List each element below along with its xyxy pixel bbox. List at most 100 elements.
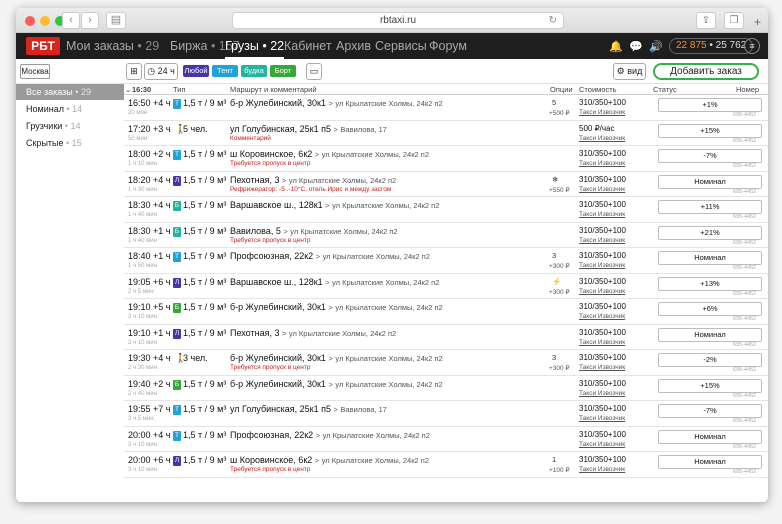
grid-filter-icon[interactable]: ⊞ bbox=[126, 63, 142, 80]
city-select[interactable]: Москва bbox=[20, 64, 50, 79]
menu-icon[interactable]: ≡ bbox=[744, 38, 760, 54]
status-button[interactable]: Номинал bbox=[658, 455, 762, 469]
table-row[interactable]: 19:55 +7 ч 3 ч 5 мин Т 1,5 т / 9 м³ ул Голуб… bbox=[124, 401, 768, 427]
row-route[interactable]: ул Голубинская, 25к1 п5 > Вавилова, 17 bbox=[230, 124, 387, 134]
status-button[interactable]: +15% bbox=[658, 123, 762, 138]
status-button[interactable]: +15% bbox=[658, 378, 762, 393]
close-window-icon[interactable] bbox=[25, 16, 35, 26]
tag-tent[interactable]: Тент bbox=[212, 65, 238, 77]
sort-chevron-icon[interactable]: ⌄ bbox=[125, 85, 131, 94]
minimize-window-icon[interactable] bbox=[40, 16, 50, 26]
row-route[interactable]: б-р Жулебинский, 30к1 > ул Крылатские Хо… bbox=[230, 98, 443, 108]
table-row[interactable]: 18:20 +4 ч1 ч 30 мин Л 1,5 т / 9 м³ Пехотна… bbox=[124, 172, 768, 197]
status-button[interactable]: +13% bbox=[658, 276, 762, 291]
row-route[interactable]: Пехотная, 3 > ул Крылатские Холмы, 24к2 … bbox=[230, 175, 396, 185]
row-route[interactable]: Пехотная, 3 > ул Крылатские Холмы, 24к2 … bbox=[230, 328, 396, 338]
row-route[interactable]: ул Голубинская, 25к1 п5 > Вавилова, 17 bbox=[230, 404, 387, 414]
service-link[interactable]: Такси Извозчик bbox=[579, 466, 625, 473]
sidebar-item-nominal[interactable]: Номинал • 14 bbox=[16, 101, 124, 117]
status-button[interactable]: +6% bbox=[658, 302, 762, 316]
tag-booth[interactable]: будка bbox=[241, 65, 267, 77]
nav-forum[interactable]: Форум bbox=[429, 39, 467, 53]
table-row[interactable]: 18:40 +1 ч 1 ч 50 мин Т 1,5 т / 9 м³ Профсою… bbox=[124, 248, 768, 274]
row-route[interactable]: Профсоюзная, 22к2 > ул Крылатские Холмы,… bbox=[230, 430, 430, 440]
table-row[interactable]: 19:10 +1 ч2 ч 10 мин Л 1,5 т / 9 м³ Пехотна… bbox=[124, 325, 768, 350]
table-row[interactable]: 19:05 +6 ч2 ч 5 мин Л 1,5 т / 9 м³ Варшавск… bbox=[124, 274, 768, 299]
row-route[interactable]: б-р Жулебинский, 30к1 > ул Крылатские Хо… bbox=[230, 379, 443, 389]
service-link[interactable]: Такси Извозчик bbox=[579, 109, 625, 116]
chat-icon[interactable]: 💬 bbox=[629, 40, 643, 53]
nav-my-orders[interactable]: Мои заказы • 29 bbox=[66, 39, 159, 53]
table-row[interactable]: 17:20 +3 ч 50 мин 🚶 5 чел. ул Голубинская, 2… bbox=[124, 121, 768, 146]
service-link[interactable]: Такси Извозчик bbox=[579, 135, 625, 142]
status-button[interactable]: +1% bbox=[658, 98, 762, 112]
service-link[interactable]: Такси Извозчик bbox=[579, 364, 625, 371]
new-tab-icon[interactable]: + bbox=[754, 15, 761, 29]
forward-icon[interactable]: › bbox=[81, 12, 99, 29]
row-route[interactable]: б-р Жулебинский, 30к1 > ул Крылатские Хо… bbox=[230, 302, 443, 312]
service-link[interactable]: Такси Извозчик bbox=[579, 390, 625, 397]
row-route[interactable]: Варшавское ш., 128к1 > ул Крылатские Хол… bbox=[230, 200, 439, 210]
sound-icon[interactable]: 🔊 bbox=[649, 40, 663, 53]
nav-cabinet[interactable]: Кабинет bbox=[284, 39, 332, 53]
timer-button[interactable]: ◷ 24 ч bbox=[144, 63, 178, 80]
service-link[interactable]: Такси Извозчик bbox=[579, 211, 625, 218]
status-button[interactable]: +21% bbox=[658, 225, 762, 240]
tag-board[interactable]: Борт bbox=[270, 65, 296, 77]
route-from: Профсоюзная, 22к2 bbox=[230, 251, 314, 261]
row-route[interactable]: ш Коровинское, 6к2 > ул Крылатские Холмы… bbox=[230, 455, 429, 465]
nav-archive[interactable]: Архив bbox=[336, 39, 371, 53]
service-link[interactable]: Такси Извозчик bbox=[579, 441, 625, 448]
table-row[interactable]: 18:30 +4 ч 1 ч 40 мин Б 1,5 т / 9 м³ Варшавс… bbox=[124, 197, 768, 223]
header-time[interactable]: 16:30 bbox=[132, 85, 151, 94]
logo[interactable]: РБТ bbox=[26, 37, 60, 55]
view-button[interactable]: ⚙ вид bbox=[613, 63, 646, 80]
status-button[interactable]: -2% bbox=[658, 353, 762, 367]
service-link[interactable]: Такси Извозчик bbox=[579, 237, 625, 244]
table-row[interactable]: 18:30 +1 ч1 ч 40 мин Б 1,5 т / 9 м³ Вавилов… bbox=[124, 223, 768, 248]
status-button[interactable]: Номинал bbox=[658, 174, 762, 189]
service-link[interactable]: Такси Извозчик bbox=[579, 262, 625, 269]
status-button[interactable]: Номинал bbox=[658, 251, 762, 265]
row-route[interactable]: ш Коровинское, 6к2 > ул Крылатские Холмы… bbox=[230, 149, 429, 159]
address-bar[interactable]: rbtaxi.ru ↻ bbox=[232, 12, 564, 29]
layout-icon[interactable]: ▭ bbox=[306, 63, 322, 80]
reload-icon[interactable]: ↻ bbox=[549, 13, 557, 28]
service-link[interactable]: Такси Извозчик bbox=[579, 288, 625, 295]
service-link[interactable]: Такси Извозчик bbox=[579, 313, 625, 320]
tabs-icon[interactable]: ❐ bbox=[724, 12, 744, 29]
sidebar-toggle-icon[interactable]: ▤ bbox=[106, 12, 126, 29]
sidebar-item-hidden[interactable]: Скрытые • 15 bbox=[16, 135, 124, 151]
table-row[interactable]: 19:10 +5 ч 2 ч 10 мин Б 1,5 т / 9 м³ б-р Жул… bbox=[124, 299, 768, 325]
bell-icon[interactable]: 🔔 bbox=[609, 40, 623, 53]
table-row[interactable]: 16:50 +4 ч 20 мин Т 1,5 т / 9 м³ б-р Жулебин… bbox=[124, 95, 768, 121]
row-route[interactable]: б-р Жулебинский, 30к1 > ул Крылатские Хо… bbox=[230, 353, 443, 363]
table-row[interactable]: 18:00 +2 ч 1 ч 10 мин Т 1,5 т / 9 м³ ш Коров… bbox=[124, 146, 768, 172]
status-button[interactable]: Номинал bbox=[658, 429, 762, 444]
share-icon[interactable]: ⇪ bbox=[696, 12, 716, 29]
route-to-prefix: > bbox=[325, 277, 330, 287]
back-icon[interactable]: ‹ bbox=[62, 12, 80, 29]
add-order-button[interactable]: Добавить заказ bbox=[653, 63, 759, 80]
service-link[interactable]: Такси Извозчик bbox=[579, 186, 625, 193]
row-route[interactable]: Профсоюзная, 22к2 > ул Крылатские Холмы,… bbox=[230, 251, 430, 261]
status-button[interactable]: +11% bbox=[658, 200, 762, 214]
sidebar-item-loaders[interactable]: Грузчики • 14 bbox=[16, 118, 124, 134]
sidebar-item-all[interactable]: Все заказы • 29 bbox=[16, 84, 124, 100]
status-button[interactable]: -7% bbox=[658, 149, 762, 163]
table-row[interactable]: 19:30 +4 ч2 ч 30 мин 🚶 3 чел. б-р Жулебинск… bbox=[124, 350, 768, 376]
row-route[interactable]: Варшавское ш., 128к1 > ул Крылатские Хол… bbox=[230, 277, 439, 287]
row-route[interactable]: Вавилова, 5 > ул Крылатские Холмы, 24к2 … bbox=[230, 226, 398, 236]
table-row[interactable]: 19:40 +2 ч2 ч 40 мин Б 1,5 т / 9 м³ б-р Жул… bbox=[124, 376, 768, 401]
table-row[interactable]: 20:00 +6 ч 3 ч 10 мин Л 1,5 т / 9 м³ ш Коров… bbox=[124, 452, 768, 478]
status-button[interactable]: -7% bbox=[658, 404, 762, 418]
nav-services[interactable]: Сервисы bbox=[375, 39, 427, 53]
service-link[interactable]: Такси Извозчик bbox=[579, 339, 625, 346]
table-row[interactable]: 20:00 +4 ч3 ч 10 мин Т 1,5 т / 9 м³ Профсою… bbox=[124, 427, 768, 452]
service-link[interactable]: Такси Извозчик bbox=[579, 160, 625, 167]
tag-any[interactable]: Любой bbox=[183, 65, 209, 77]
nav-cargo[interactable]: Грузы • 22 bbox=[225, 39, 285, 60]
status-button[interactable]: Номинал bbox=[658, 327, 762, 342]
service-link[interactable]: Такси Извозчик bbox=[579, 415, 625, 422]
balance-badge[interactable]: 22 875 • 25 762 bbox=[669, 38, 754, 54]
